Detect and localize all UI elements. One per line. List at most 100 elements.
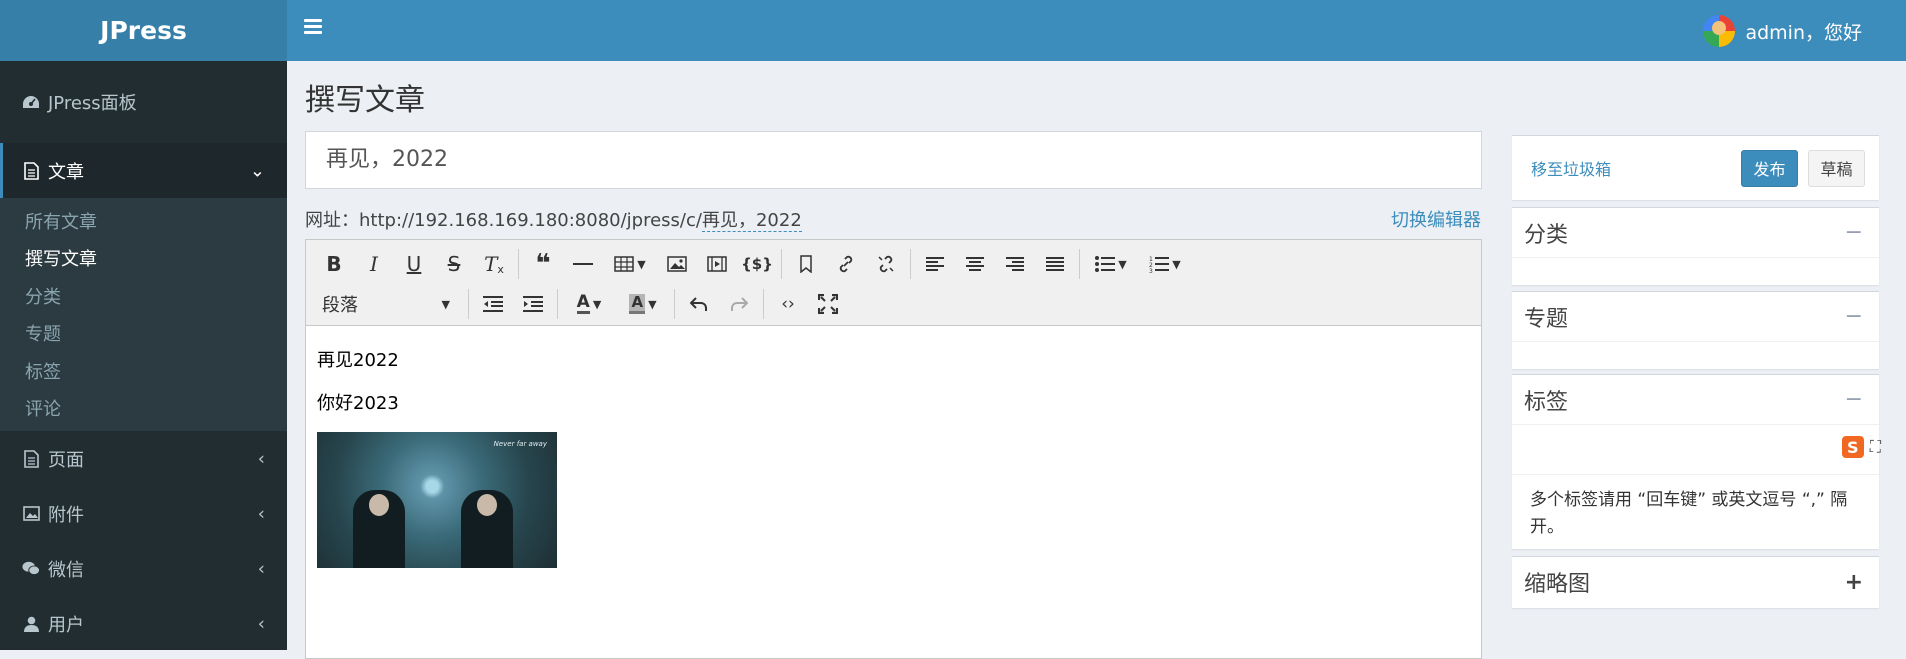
content-paragraph: 再见2022	[317, 350, 399, 371]
paragraph-format-value: 段落	[322, 295, 358, 316]
wechat-icon	[22, 560, 40, 578]
document-icon	[22, 449, 40, 468]
table-icon[interactable]: ▼	[603, 247, 657, 281]
bold-icon[interactable]: B	[314, 247, 354, 281]
source-code-icon[interactable]: ‹›	[768, 287, 808, 321]
sidebar-item-article[interactable]: 文章 ⌄	[0, 143, 287, 198]
rich-text-editor: B I U S Tx ❝ ▼ {$} ▼ 1 2 3 ▼ 段落 ▼ A ▼ A …	[305, 239, 1482, 659]
sidebar-item-dashboard[interactable]: JPress面板	[0, 61, 287, 143]
align-right-icon[interactable]	[995, 247, 1035, 281]
sidebar: JPress面板 文章 ⌄ 所有文章 撰写文章 分类 专题 标签 评论 页面 ‹…	[0, 61, 287, 650]
sidebar-item-page[interactable]: 页面 ‹	[0, 431, 287, 486]
expand-plus-icon[interactable]: +	[1845, 570, 1863, 595]
content-paragraph: 你好2023	[317, 393, 399, 414]
photo-caption: Never far away	[493, 440, 547, 448]
sidebar-item-attachment[interactable]: 附件 ‹	[0, 486, 287, 541]
toolbar-separator	[1079, 249, 1080, 279]
fullscreen-icon[interactable]	[808, 287, 848, 321]
publish-panel: 移至垃圾箱 发布 草稿	[1512, 135, 1879, 200]
bullet-list-icon[interactable]: ▼	[1084, 247, 1138, 281]
url-slug-editable[interactable]: 再见，2022	[701, 210, 802, 232]
outdent-icon[interactable]	[473, 287, 513, 321]
image-icon	[22, 505, 40, 523]
collapse-icon[interactable]: −	[1845, 220, 1863, 245]
underline-icon[interactable]: U	[394, 247, 434, 281]
strikethrough-icon[interactable]: S	[434, 247, 474, 281]
caret-down-icon: ▼	[441, 297, 450, 311]
panel-title: 专题	[1524, 306, 1569, 332]
toolbar-separator	[557, 289, 558, 319]
chevron-down-icon: ⌄	[249, 160, 265, 181]
insert-video-icon[interactable]	[697, 247, 737, 281]
chevron-left-icon: ‹	[257, 503, 265, 524]
collapse-icon[interactable]: −	[1845, 387, 1863, 412]
sidebar-item-label: 页面	[48, 449, 84, 471]
sidebar-item-wechat[interactable]: 微信 ‹	[0, 541, 287, 596]
submenu-tags[interactable]: 标签	[0, 352, 287, 390]
article-submenu: 所有文章 撰写文章 分类 专题 标签 评论	[0, 198, 287, 431]
blockquote-icon[interactable]: ❝	[523, 247, 563, 281]
clear-format-icon[interactable]: Tx	[474, 247, 514, 281]
publish-button[interactable]: 发布	[1741, 149, 1798, 187]
category-panel: 分类 −	[1512, 207, 1879, 285]
submenu-write-article[interactable]: 撰写文章	[0, 240, 287, 278]
sogou-ime-icon[interactable]: S	[1841, 436, 1864, 458]
redo-icon[interactable]	[719, 287, 759, 321]
panel-title: 缩略图	[1524, 572, 1591, 597]
app-logo[interactable]: JPress	[0, 0, 287, 61]
sidebar-toggle-icon[interactable]	[304, 19, 322, 35]
move-to-trash-link[interactable]: 移至垃圾箱	[1531, 156, 1611, 180]
url-base: http://192.168.169.180:8080/jpress/c/	[359, 210, 702, 231]
panel-title: 标签	[1524, 389, 1569, 415]
photo-head-left	[369, 494, 389, 516]
tags-input[interactable]: S ⛶	[1512, 425, 1881, 475]
link-icon[interactable]	[826, 247, 866, 281]
text-color-icon[interactable]: A ▼	[562, 287, 616, 321]
toolbar-separator	[763, 289, 764, 319]
code-sample-icon[interactable]: {$}	[737, 247, 777, 281]
user-icon	[22, 615, 40, 633]
italic-icon[interactable]: I	[354, 247, 394, 281]
insert-image-icon[interactable]	[657, 247, 697, 281]
unlink-icon[interactable]	[866, 247, 906, 281]
top-navbar: JPress admin，您好	[0, 0, 1906, 61]
align-justify-icon[interactable]	[1035, 247, 1075, 281]
sidebar-item-user[interactable]: 用户 ‹	[0, 596, 287, 651]
submenu-category[interactable]: 分类	[0, 277, 287, 315]
draft-button[interactable]: 草稿	[1808, 149, 1865, 187]
sidebar-item-label: 微信	[48, 559, 84, 581]
embedded-photo[interactable]: Never far away	[317, 432, 557, 568]
indent-icon[interactable]	[513, 287, 553, 321]
expand-icon[interactable]: ⛶	[1870, 437, 1881, 457]
submenu-topic[interactable]: 专题	[0, 315, 287, 353]
undo-icon[interactable]	[679, 287, 719, 321]
user-menu[interactable]: admin，您好	[1703, 14, 1862, 48]
bookmark-icon[interactable]	[786, 247, 826, 281]
horizontal-rule-icon[interactable]	[563, 247, 603, 281]
collapse-icon[interactable]: −	[1845, 304, 1863, 329]
article-title-input[interactable]: 再见，2022	[305, 131, 1482, 189]
submenu-all-articles[interactable]: 所有文章	[0, 202, 287, 240]
page-title: 撰写文章	[305, 83, 425, 118]
chevron-left-icon: ‹	[257, 613, 265, 634]
switch-editor-link[interactable]: 切换编辑器	[1391, 206, 1481, 232]
align-center-icon[interactable]	[955, 247, 995, 281]
editor-content-area[interactable]: 再见2022 你好2023 Never far away	[306, 326, 1481, 588]
avatar	[1703, 15, 1736, 47]
paragraph-format-select[interactable]: 段落 ▼	[314, 287, 464, 321]
align-left-icon[interactable]	[915, 247, 955, 281]
toolbar-separator	[910, 249, 911, 279]
toolbar-separator	[518, 249, 519, 279]
sidebar-item-label: 用户	[48, 614, 84, 636]
panel-title: 分类	[1524, 222, 1569, 248]
tags-panel: 标签 − S ⛶ 多个标签请用 “回车键” 或英文逗号 “,” 隔开。	[1512, 374, 1881, 549]
chevron-left-icon: ‹	[257, 448, 265, 469]
sidebar-item-label: JPress面板	[48, 93, 137, 114]
numbered-list-icon[interactable]: 1 2 3 ▼	[1138, 247, 1192, 281]
submenu-comments[interactable]: 评论	[0, 390, 287, 428]
ime-toolbar: S ⛶	[1841, 436, 1881, 458]
background-color-icon[interactable]: A ▼	[616, 287, 670, 321]
thumbnail-panel: 缩略图 +	[1512, 556, 1879, 608]
sidebar-item-label: 附件	[48, 504, 84, 526]
chevron-left-icon: ‹	[257, 558, 265, 579]
